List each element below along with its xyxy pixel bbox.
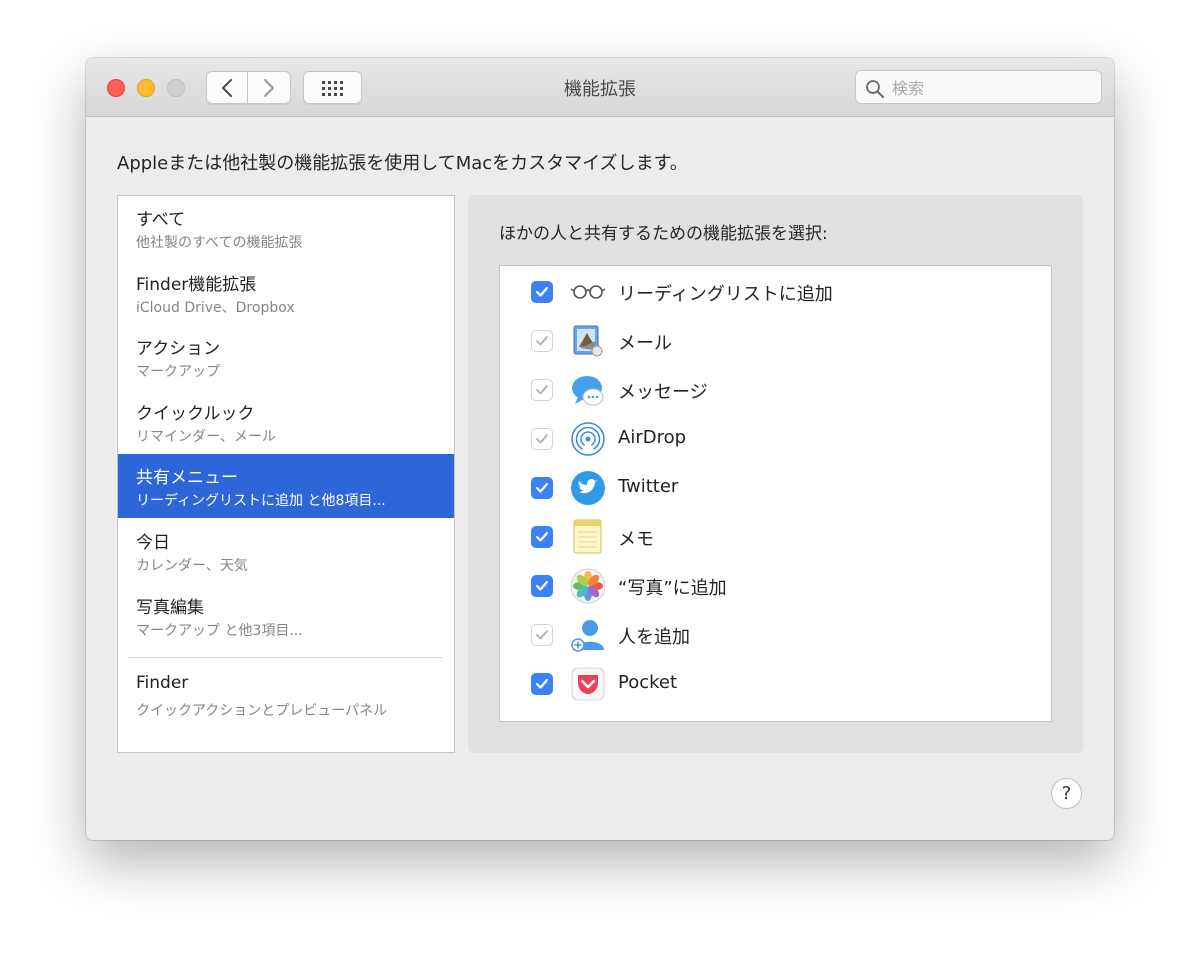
sidebar-item-title: すべて <box>136 210 186 230</box>
extension-label: メッセージ <box>618 382 708 403</box>
list-item: AirDrop <box>500 414 1051 463</box>
checkmark-icon <box>536 385 548 395</box>
sidebar-item-actions[interactable]: アクション マークアップ <box>118 325 454 389</box>
list-item: “写真”に追加 <box>500 561 1051 610</box>
extension-label: Twitter <box>618 476 679 497</box>
extension-checkbox[interactable] <box>531 428 553 450</box>
panel-label: ほかの人と共有するための機能拡張を選択: <box>499 224 828 244</box>
search-field[interactable] <box>855 70 1102 104</box>
sidebar-item-title: クイックルック <box>136 404 255 424</box>
checkmark-icon <box>535 580 549 591</box>
sidebar-item-all[interactable]: すべて 他社製のすべての機能拡張 <box>118 196 454 260</box>
reading-list-icon <box>570 285 606 299</box>
sidebar-item-finder[interactable]: Finder クイックアクションとプレビューパネル <box>118 664 454 728</box>
description-text: Appleまたは他社製の機能拡張を使用してMacをカスタマイズします。 <box>117 153 688 174</box>
extension-label: メール <box>618 333 672 354</box>
extension-label: メモ <box>618 529 654 550</box>
sidebar-item-title: 写真編集 <box>136 598 204 618</box>
sidebar-item-finder-extensions[interactable]: Finder機能拡張 iCloud Drive、Dropbox <box>118 261 454 325</box>
sidebar-divider <box>128 657 442 658</box>
checkmark-icon <box>535 482 549 493</box>
search-input[interactable] <box>890 75 1094 101</box>
sidebar-item-quick-look[interactable]: クイックルック リマインダー、メール <box>118 390 454 454</box>
extension-checkbox[interactable] <box>531 575 553 597</box>
extensions-sidebar: すべて 他社製のすべての機能拡張 Finder機能拡張 iCloud Drive… <box>117 195 455 753</box>
sidebar-item-subtitle: クイックアクションとプレビューパネル <box>136 703 388 719</box>
checkmark-icon <box>535 531 549 542</box>
extension-checkbox[interactable] <box>531 673 553 695</box>
extension-label: リーディングリストに追加 <box>618 284 833 305</box>
extension-checkbox[interactable] <box>531 379 553 401</box>
sidebar-item-title: 今日 <box>136 533 170 553</box>
list-item: メッセージ <box>500 365 1051 414</box>
share-extensions-panel: ほかの人と共有するための機能拡張を選択: リーディングリストに追加 メール メッ… <box>468 195 1083 753</box>
checkmark-icon <box>536 336 548 346</box>
list-item: メモ <box>500 512 1051 561</box>
list-item: 人を追加 <box>500 610 1051 659</box>
twitter-icon <box>571 471 605 505</box>
sidebar-item-subtitle: リーディングリストに追加 と他8項目... <box>136 493 386 509</box>
airdrop-icon <box>571 422 605 456</box>
extension-checkbox[interactable] <box>531 526 553 548</box>
list-item: Twitter <box>500 463 1051 512</box>
extensions-list: リーディングリストに追加 メール メッセージ AirDrop Twitter メ… <box>499 265 1052 722</box>
checkmark-icon <box>535 678 549 689</box>
checkmark-icon <box>535 286 549 297</box>
sidebar-item-today[interactable]: 今日 カレンダー、天気 <box>118 519 454 583</box>
notes-icon <box>573 519 602 554</box>
extension-label: “写真”に追加 <box>618 578 727 599</box>
photos-icon <box>570 568 606 604</box>
sidebar-item-subtitle: マークアップ <box>136 364 220 380</box>
checkmark-icon <box>536 434 548 444</box>
sidebar-item-title: アクション <box>136 339 221 359</box>
checkmark-icon <box>536 630 548 640</box>
preferences-window: 機能拡張 Appleまたは他社製の機能拡張を使用してMacをカスタマイズします。… <box>86 58 1114 840</box>
sidebar-item-subtitle: リマインダー、メール <box>136 429 276 445</box>
list-item: Pocket <box>500 659 1051 708</box>
title-bar: 機能拡張 <box>86 58 1114 117</box>
sidebar-item-subtitle: iCloud Drive、Dropbox <box>136 300 295 316</box>
add-people-icon <box>571 620 604 652</box>
extension-label: Pocket <box>618 672 678 693</box>
search-icon <box>866 80 884 98</box>
list-item: リーディングリストに追加 <box>500 267 1051 316</box>
extension-checkbox[interactable] <box>531 477 553 499</box>
pocket-icon <box>571 667 605 701</box>
sidebar-item-subtitle: マークアップ と他3項目... <box>136 623 303 639</box>
sidebar-item-subtitle: カレンダー、天気 <box>136 558 248 574</box>
sidebar-item-title: Finder <box>136 673 189 693</box>
help-button[interactable]: ? <box>1051 778 1082 809</box>
sidebar-item-photo-editing[interactable]: 写真編集 マークアップ と他3項目... <box>118 584 454 648</box>
sidebar-item-share-menu[interactable]: 共有メニュー リーディングリストに追加 と他8項目... <box>118 454 454 518</box>
mail-icon <box>573 325 603 357</box>
extension-label: AirDrop <box>618 427 687 448</box>
extension-checkbox[interactable] <box>531 624 553 646</box>
list-item: メール <box>500 316 1051 365</box>
sidebar-item-title: 共有メニュー <box>136 468 238 488</box>
extension-checkbox[interactable] <box>531 330 553 352</box>
messages-icon <box>572 376 604 406</box>
extension-label: 人を追加 <box>618 627 690 648</box>
extension-checkbox[interactable] <box>531 281 553 303</box>
sidebar-item-subtitle: 他社製のすべての機能拡張 <box>136 235 303 251</box>
sidebar-item-title: Finder機能拡張 <box>136 275 257 295</box>
